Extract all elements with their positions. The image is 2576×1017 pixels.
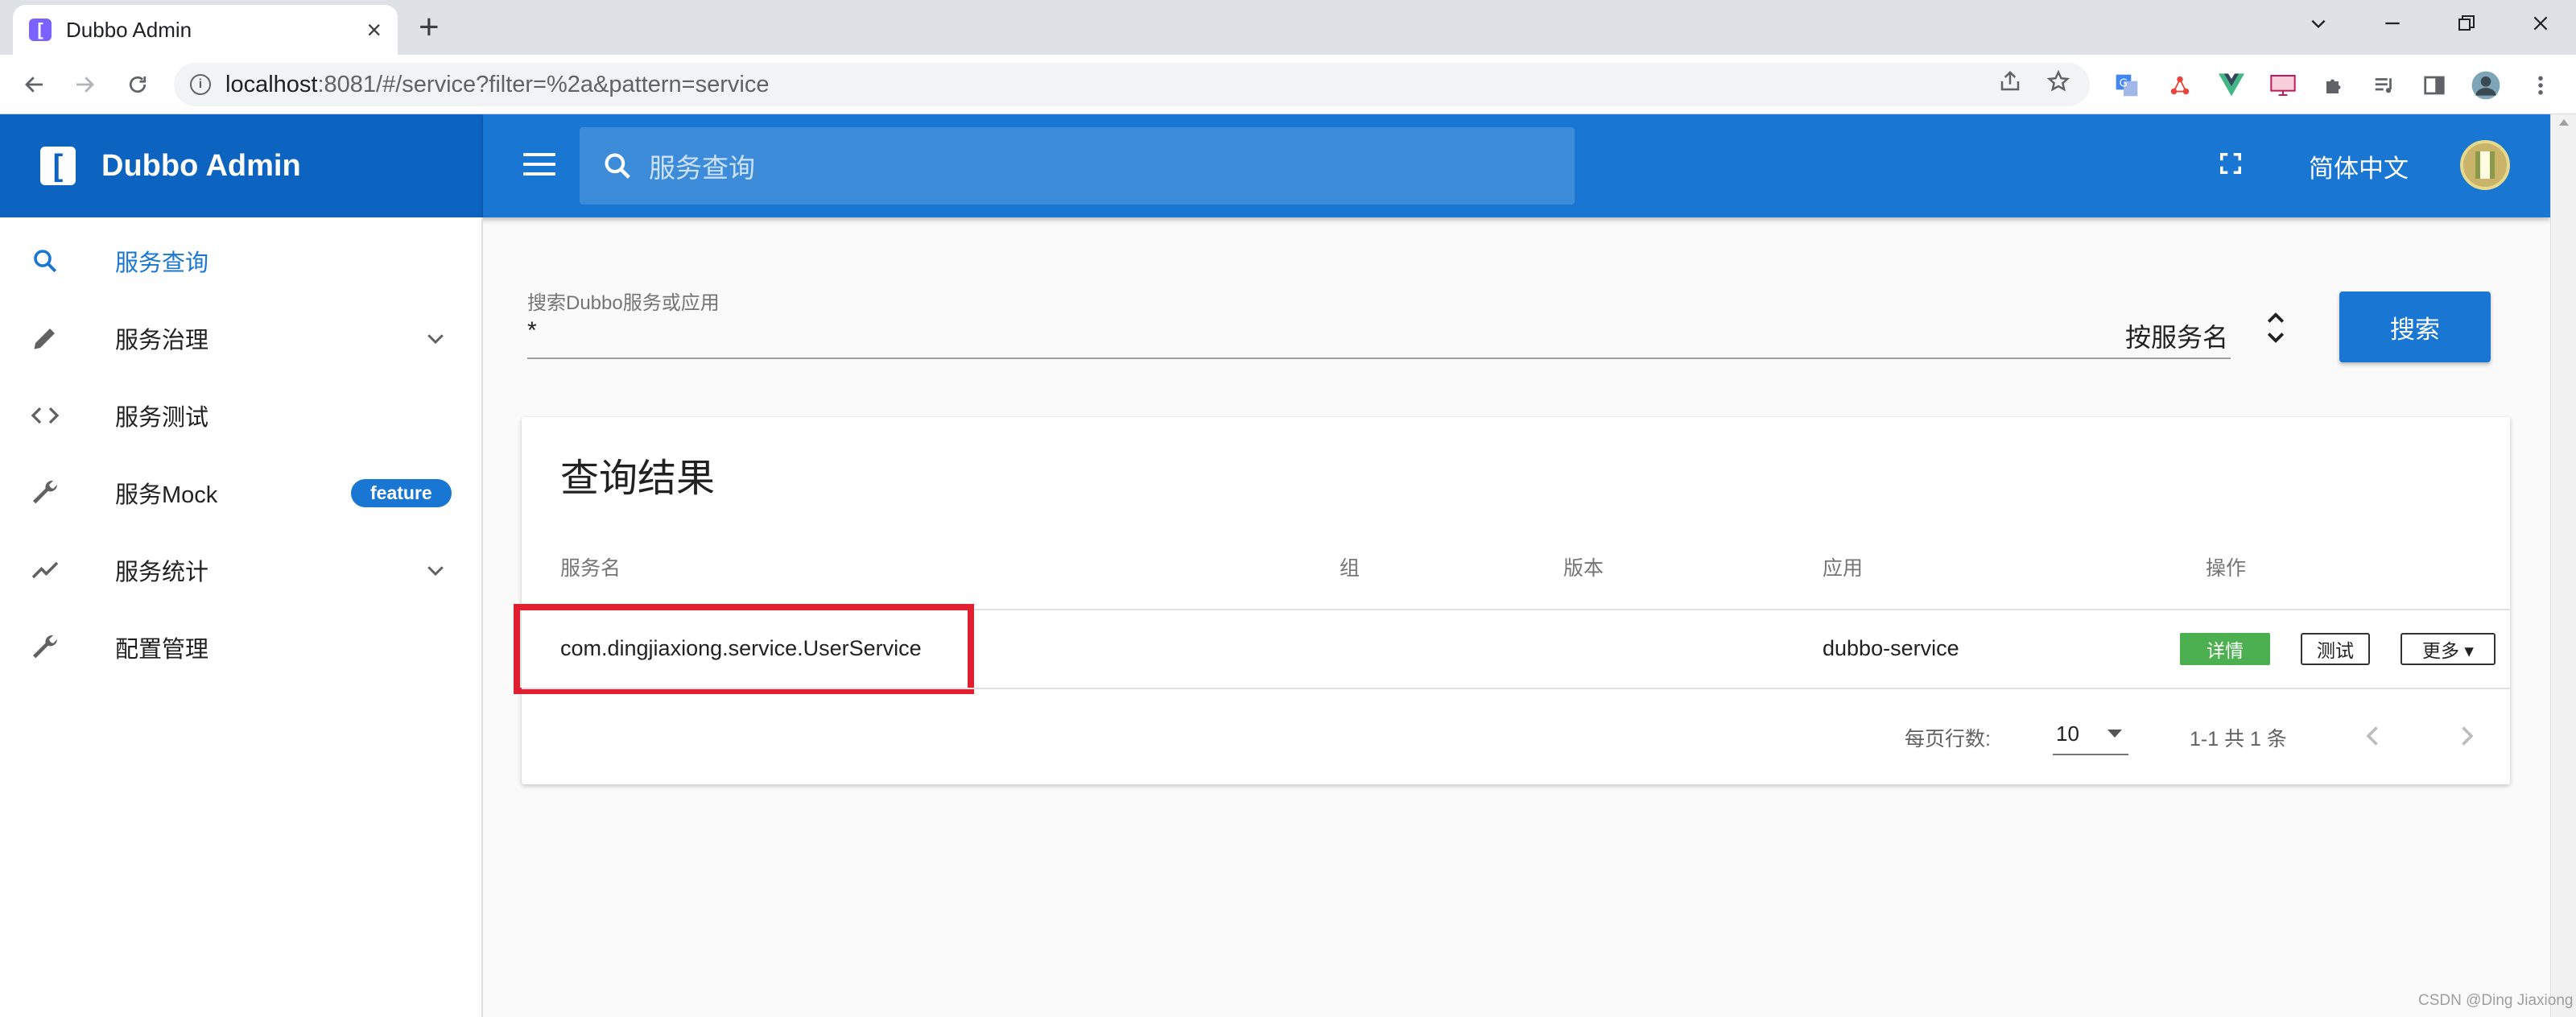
vue-devtools-icon[interactable] bbox=[2215, 69, 2248, 101]
fullscreen-icon[interactable] bbox=[2219, 151, 2243, 176]
caret-down-icon bbox=[2107, 730, 2122, 738]
sidebar-item-label: 服务测试 bbox=[115, 405, 209, 431]
search-field-input[interactable]: * bbox=[527, 317, 537, 345]
extensions-puzzle-icon[interactable] bbox=[2318, 69, 2351, 101]
detail-button[interactable]: 详情 bbox=[2180, 633, 2270, 665]
results-title: 查询结果 bbox=[560, 457, 716, 500]
sidebar: 服务查询 服务治理 服务测试 服务Mock feature 服务统计 配置管理 bbox=[0, 217, 483, 1017]
search-icon bbox=[605, 153, 630, 179]
sidebar-item-label: 配置管理 bbox=[115, 637, 209, 663]
sidebar-item-service-test[interactable]: 服务测试 bbox=[0, 377, 483, 454]
app-title: Dubbo Admin bbox=[101, 148, 301, 183]
watermark: CSDN @Ding Jiaxiong bbox=[2418, 992, 2574, 1009]
pagination-range: 1-1 共 1 条 bbox=[2190, 728, 2287, 750]
column-header-actions: 操作 bbox=[2206, 557, 2247, 580]
column-header-group[interactable]: 组 bbox=[1340, 552, 1360, 581]
wrench-icon bbox=[29, 631, 61, 664]
restore-icon[interactable] bbox=[2429, 0, 2504, 47]
tab-search-chevron-icon[interactable] bbox=[2281, 0, 2355, 47]
search-icon bbox=[29, 245, 61, 277]
search-pattern-select[interactable]: 按服务名 bbox=[2125, 317, 2228, 354]
forward-icon[interactable] bbox=[66, 66, 103, 103]
app-toolbar: 服务查询 简体中文 bbox=[483, 114, 2550, 217]
graph-extension-icon[interactable] bbox=[2164, 69, 2196, 101]
svg-text:G: G bbox=[2120, 77, 2128, 89]
trending-up-icon bbox=[29, 554, 61, 586]
application-cell: dubbo-service bbox=[1823, 636, 1959, 660]
tab-close-icon[interactable]: × bbox=[366, 17, 382, 43]
pencil-icon bbox=[29, 322, 61, 354]
minimize-icon[interactable] bbox=[2355, 0, 2429, 47]
wrench-icon bbox=[29, 477, 61, 509]
site-info-icon[interactable]: i bbox=[190, 74, 211, 95]
test-button[interactable]: 测试 bbox=[2301, 633, 2370, 665]
header-search-input[interactable]: 服务查询 bbox=[580, 127, 1575, 205]
sidebar-item-config-management[interactable]: 配置管理 bbox=[0, 609, 483, 686]
previous-page-icon[interactable] bbox=[2359, 721, 2388, 750]
sidebar-item-label: 服务治理 bbox=[115, 328, 209, 353]
scroll-up-arrow-icon[interactable] bbox=[2559, 119, 2569, 126]
rows-per-page-value: 10 bbox=[2056, 721, 2079, 746]
translate-extension-icon[interactable]: G bbox=[2111, 69, 2143, 101]
language-switcher[interactable]: 简体中文 bbox=[2309, 148, 2409, 184]
column-header-service[interactable]: 服务名 bbox=[560, 552, 621, 581]
close-window-icon[interactable] bbox=[2504, 0, 2576, 47]
results-card: 查询结果 服务名 组 版本 应用 操作 com.dingjiaxiong.ser… bbox=[514, 417, 2510, 784]
sidebar-item-service-governance[interactable]: 服务治理 bbox=[0, 300, 483, 377]
new-tab-button[interactable]: + bbox=[419, 6, 440, 48]
search-field-underline bbox=[527, 358, 2231, 359]
column-header-application[interactable]: 应用 bbox=[1823, 552, 1863, 581]
chevron-down-icon[interactable] bbox=[423, 326, 448, 350]
address-bar[interactable]: i localhost:8081/#/service?filter=%2a&pa… bbox=[174, 63, 2090, 106]
search-field-label: 搜索Dubbo服务或应用 bbox=[527, 292, 720, 314]
sidebar-item-label: 服务查询 bbox=[115, 250, 209, 276]
search-button[interactable]: 搜索 bbox=[2339, 291, 2491, 362]
sidebar-item-service-statistics[interactable]: 服务统计 bbox=[0, 531, 483, 609]
next-page-icon[interactable] bbox=[2452, 721, 2481, 750]
rows-per-page-label: 每页行数: bbox=[1905, 728, 1991, 750]
feature-badge: feature bbox=[351, 478, 452, 507]
row-divider bbox=[522, 688, 2510, 689]
side-panel-icon[interactable] bbox=[2418, 69, 2450, 101]
sidebar-item-service-mock[interactable]: 服务Mock feature bbox=[0, 454, 483, 531]
browser-tab[interactable]: [ Dubbo Admin × bbox=[13, 5, 398, 55]
bookmark-star-icon[interactable] bbox=[2046, 69, 2070, 100]
dubbo-logo-icon: [ bbox=[40, 147, 76, 185]
highlight-box bbox=[514, 604, 974, 694]
header-search-placeholder: 服务查询 bbox=[649, 153, 755, 183]
browser-menu-icon[interactable] bbox=[2524, 69, 2557, 101]
profile-avatar-icon[interactable] bbox=[2470, 69, 2502, 101]
dubbo-favicon-icon: [ bbox=[29, 19, 52, 41]
sidebar-item-label: 服务Mock bbox=[115, 482, 218, 508]
media-control-icon[interactable] bbox=[2368, 69, 2401, 101]
hamburger-menu-icon[interactable] bbox=[523, 150, 555, 179]
screen-capture-extension-icon[interactable] bbox=[2267, 69, 2299, 101]
chevron-down-icon[interactable] bbox=[423, 558, 448, 582]
tab-title: Dubbo Admin bbox=[66, 17, 192, 42]
code-icon bbox=[29, 399, 61, 432]
browser-tab-strip: [ Dubbo Admin × + bbox=[0, 0, 2576, 55]
rows-per-page-select[interactable]: 10 bbox=[2053, 717, 2128, 755]
back-icon[interactable] bbox=[16, 66, 53, 103]
sidebar-item-service-search[interactable]: 服务查询 bbox=[0, 222, 483, 300]
reload-icon[interactable] bbox=[119, 66, 156, 103]
column-header-version[interactable]: 版本 bbox=[1563, 552, 1604, 581]
url-text: localhost:8081/#/service?filter=%2a&patt… bbox=[225, 71, 770, 97]
more-dropdown-button[interactable]: 更多 ▾ bbox=[2401, 633, 2496, 665]
page-scrollbar[interactable] bbox=[2550, 114, 2576, 1017]
app-brand-bar: [ Dubbo Admin bbox=[0, 114, 483, 217]
user-avatar[interactable] bbox=[2460, 140, 2510, 190]
sidebar-item-label: 服务统计 bbox=[115, 560, 209, 585]
unfold-more-icon[interactable] bbox=[2264, 308, 2288, 348]
share-icon[interactable] bbox=[1998, 69, 2022, 100]
browser-toolbar: i localhost:8081/#/service?filter=%2a&pa… bbox=[0, 55, 2576, 114]
